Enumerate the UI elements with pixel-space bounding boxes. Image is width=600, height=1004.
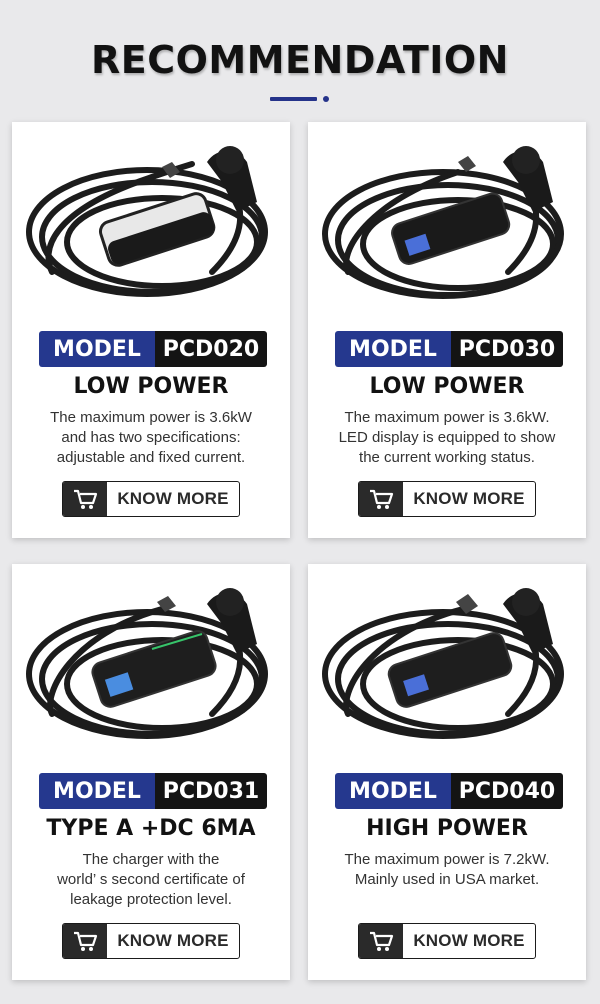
cart-icon bbox=[63, 924, 107, 958]
know-more-button[interactable]: KNOW MORE bbox=[358, 923, 536, 959]
model-label: MODEL bbox=[39, 331, 155, 367]
title-underline-decoration bbox=[270, 96, 330, 104]
description-line: The charger with the bbox=[82, 851, 220, 868]
model-number: PCD040 bbox=[451, 773, 563, 809]
description-line: world’ s second certificate of bbox=[57, 871, 245, 888]
product-card-pcd031: MODEL PCD031 TYPE A +DC 6MA The charger … bbox=[12, 564, 290, 980]
product-card-pcd030: MODEL PCD030 LOW POWER The maximum power… bbox=[308, 122, 586, 538]
know-more-label: KNOW MORE bbox=[413, 489, 525, 508]
product-card-pcd040: MODEL PCD040 HIGH POWER The maximum powe… bbox=[308, 564, 586, 980]
product-description: The maximum power is 7.2kW. Mainly used … bbox=[318, 850, 576, 890]
product-subtitle: LOW POWER bbox=[73, 374, 229, 399]
product-subtitle: TYPE A +DC 6MA bbox=[46, 816, 256, 841]
model-badge: MODEL PCD040 bbox=[335, 773, 563, 809]
know-more-button[interactable]: KNOW MORE bbox=[358, 481, 536, 517]
description-line: Mainly used in USA market. bbox=[354, 871, 540, 888]
model-number: PCD030 bbox=[451, 331, 563, 367]
cart-icon bbox=[63, 482, 107, 516]
description-line: LED display is equipped to show bbox=[338, 429, 556, 446]
description-line: The maximum power is 7.2kW. bbox=[344, 851, 550, 868]
model-number: PCD031 bbox=[155, 773, 267, 809]
cart-icon bbox=[359, 924, 403, 958]
know-more-label: KNOW MORE bbox=[117, 489, 229, 508]
know-more-button[interactable]: KNOW MORE bbox=[62, 481, 240, 517]
description-line: the current working status. bbox=[359, 449, 535, 466]
model-label: MODEL bbox=[335, 331, 451, 367]
product-card-pcd020: MODEL PCD020 LOW POWER The maximum power… bbox=[12, 122, 290, 538]
product-description: The maximum power is 3.6kW. LED display … bbox=[318, 408, 576, 468]
cart-icon bbox=[359, 482, 403, 516]
ev-charger-cable-product-icon bbox=[26, 588, 268, 739]
model-label: MODEL bbox=[335, 773, 451, 809]
know-more-button[interactable]: KNOW MORE bbox=[62, 923, 240, 959]
know-more-label: KNOW MORE bbox=[117, 931, 229, 950]
ev-charger-cable-product-icon bbox=[322, 146, 564, 299]
description-line: adjustable and fixed current. bbox=[56, 449, 246, 466]
product-description: The charger with the world’ s second cer… bbox=[22, 850, 280, 910]
know-more-label: KNOW MORE bbox=[413, 931, 525, 950]
product-description: The maximum power is 3.6kW and has two s… bbox=[22, 408, 280, 468]
ev-charger-cable-product-icon bbox=[26, 146, 268, 297]
model-number: PCD020 bbox=[155, 331, 267, 367]
product-subtitle: HIGH POWER bbox=[366, 816, 528, 841]
description-line: and has two specifications: bbox=[61, 429, 241, 446]
description-line: The maximum power is 3.6kW. bbox=[344, 409, 550, 426]
model-badge: MODEL PCD030 bbox=[335, 331, 563, 367]
model-badge: MODEL PCD031 bbox=[39, 773, 267, 809]
ev-charger-cable-product-icon bbox=[322, 588, 564, 739]
page-title: RECOMMENDATION bbox=[91, 38, 509, 82]
model-label: MODEL bbox=[39, 773, 155, 809]
product-subtitle: LOW POWER bbox=[369, 374, 525, 399]
description-line: leakage protection level. bbox=[70, 891, 232, 908]
model-badge: MODEL PCD020 bbox=[39, 331, 267, 367]
description-line: The maximum power is 3.6kW bbox=[50, 409, 252, 426]
